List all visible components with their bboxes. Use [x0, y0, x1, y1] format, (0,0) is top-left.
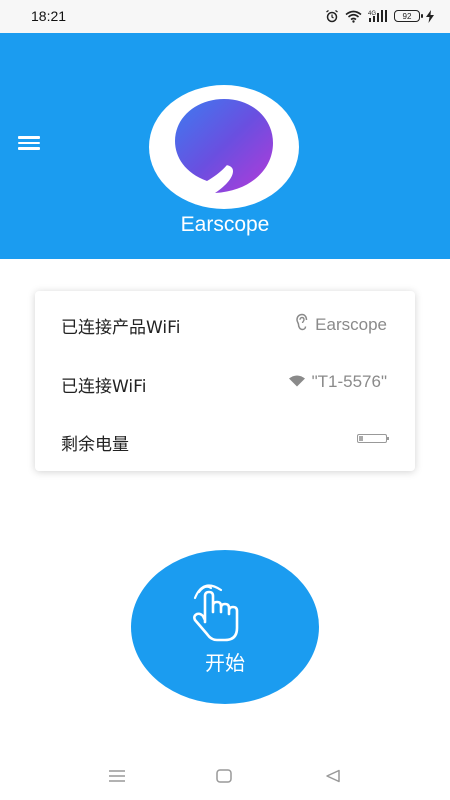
start-label: 开始 — [205, 651, 245, 675]
battery-row: 剩余电量 — [35, 411, 415, 469]
ear-icon — [295, 313, 309, 336]
header: Earscope — [0, 33, 450, 259]
wifi-value: "T1-5576" — [288, 372, 387, 392]
wifi-label: 已连接WiFi — [61, 377, 147, 397]
alarm-icon — [325, 9, 339, 23]
hamburger-menu-icon[interactable] — [18, 133, 44, 157]
battery-icon — [357, 434, 389, 443]
battery-label: 剩余电量 — [61, 435, 129, 455]
svg-text:4G: 4G — [368, 11, 376, 17]
back-nav-icon[interactable] — [325, 768, 349, 788]
wifi-name: "T1-5576" — [311, 372, 387, 391]
charging-icon — [426, 9, 434, 23]
status-bar: 18:21 4G 92 — [0, 0, 450, 33]
battery-level-fill — [359, 436, 363, 441]
product-wifi-name: Earscope — [315, 314, 387, 334]
wifi-icon — [288, 372, 306, 392]
navigation-bar — [0, 756, 450, 800]
status-time: 18:21 — [31, 8, 67, 24]
home-nav-icon[interactable] — [216, 768, 240, 788]
product-wifi-value: Earscope — [295, 313, 387, 336]
battery-icon: 92 — [394, 10, 423, 22]
battery-value — [357, 430, 389, 443]
connection-info-card: 已连接产品WiFi Earscope 已连接WiFi "T1-5576" 剩余电… — [35, 291, 415, 471]
cellular-4g-icon: 4G — [368, 9, 388, 23]
wifi-row: 已连接WiFi "T1-5576" — [35, 353, 415, 411]
status-icons: 4G 92 — [325, 7, 434, 25]
menu-nav-icon[interactable] — [108, 768, 132, 788]
earscope-logo-icon — [149, 85, 299, 209]
start-button[interactable]: 开始 — [131, 550, 319, 704]
product-wifi-label: 已连接产品WiFi — [61, 318, 181, 338]
product-wifi-row: 已连接产品WiFi Earscope — [35, 294, 415, 352]
wifi-icon — [345, 10, 362, 23]
app-title: Earscope — [180, 213, 270, 236]
